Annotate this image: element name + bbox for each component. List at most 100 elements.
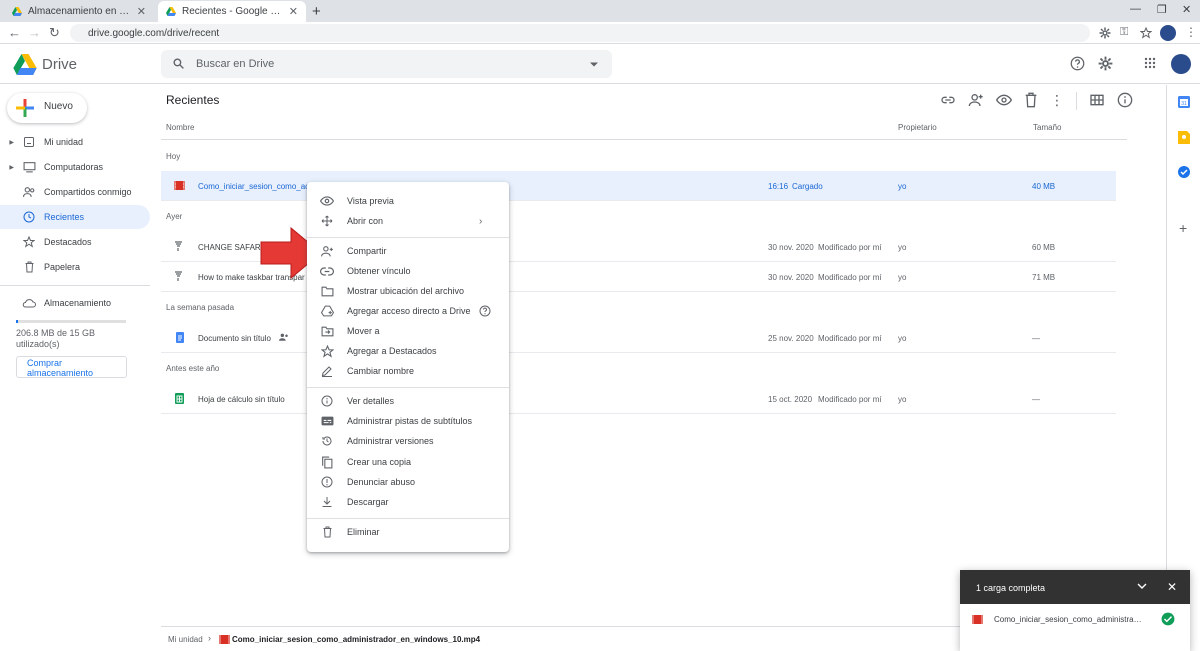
expand-caret-icon[interactable]: ▶: [0, 164, 14, 171]
menu-item-label: Obtener vínculo: [347, 266, 411, 276]
get-addons-icon[interactable]: +: [1179, 220, 1187, 236]
expand-caret-icon[interactable]: ▶: [0, 139, 14, 146]
collapse-chevron-icon[interactable]: [1137, 583, 1147, 589]
table-row[interactable]: Documento sin título 25 nov. 2020 Modifi…: [161, 323, 1116, 353]
link-icon[interactable]: [940, 92, 956, 110]
url-field[interactable]: drive.google.com/drive/recent: [70, 24, 1090, 42]
menu-item-report-abuse[interactable]: Denunciar abuso: [307, 472, 509, 492]
profile-avatar[interactable]: [1160, 25, 1176, 41]
sidebar-item-recent[interactable]: Recientes: [0, 205, 150, 229]
close-upload-icon[interactable]: ✕: [1167, 580, 1177, 594]
forward-icon[interactable]: →: [28, 25, 41, 40]
search-input[interactable]: Buscar en Drive: [196, 58, 274, 70]
maximize-icon[interactable]: ❐: [1157, 3, 1167, 16]
sidebar-item-label: Papelera: [44, 262, 81, 272]
menu-item-rename[interactable]: Cambiar nombre: [307, 361, 509, 381]
drive-favicon-icon: [12, 7, 22, 16]
column-size[interactable]: Tamaño: [1033, 123, 1061, 132]
sidebar-item-shared[interactable]: Compartidos conmigo: [0, 180, 150, 204]
table-row[interactable]: Hoja de cálculo sin título 15 oct. 2020 …: [161, 384, 1116, 414]
browser-tab-active[interactable]: Recientes - Google Drive ✕: [158, 1, 306, 22]
share-person-add-icon[interactable]: [968, 92, 984, 110]
sidebar-item-computers[interactable]: ▶ Computadoras: [0, 155, 150, 179]
menu-divider: [307, 387, 509, 388]
toolbar: ⋮: [940, 92, 1133, 110]
settings-icon[interactable]: [1098, 56, 1113, 71]
grid-view-icon[interactable]: [1089, 92, 1105, 110]
upload-file-name[interactable]: Como_iniciar_sesion_como_administrador_e…: [994, 615, 1144, 624]
delete-icon[interactable]: [1024, 92, 1038, 110]
menu-item-details[interactable]: Ver detalles: [307, 391, 509, 411]
toolbar-divider: [1076, 92, 1077, 110]
section-label: Hoy: [166, 152, 181, 161]
star-bookmark-icon[interactable]: [1140, 27, 1152, 39]
move-arrows-icon: [307, 215, 347, 227]
close-tab-icon[interactable]: ✕: [137, 5, 146, 18]
sidebar-divider: [0, 285, 150, 286]
storage-label: Almacenamiento: [44, 298, 112, 308]
menu-item-share[interactable]: Compartir: [307, 241, 509, 261]
video-file-icon: [972, 615, 983, 624]
my-drive-icon: [14, 136, 44, 148]
help-circle-icon[interactable]: [479, 305, 509, 317]
column-owner[interactable]: Propietario: [898, 123, 937, 132]
browser-tab-inactive[interactable]: Almacenamiento en la nube para ✕: [4, 1, 154, 22]
menu-item-show-location[interactable]: Mostrar ubicación del archivo: [307, 281, 509, 301]
menu-item-get-link[interactable]: Obtener vínculo: [307, 261, 509, 281]
file-action: Cargado: [792, 182, 823, 191]
section-label: La semana pasada: [166, 303, 235, 312]
menu-item-preview[interactable]: Vista previa: [307, 191, 509, 211]
page-title: Recientes: [166, 93, 220, 107]
file-owner: yo: [898, 243, 907, 252]
breadcrumb-root[interactable]: Mi unidad: [168, 635, 203, 644]
url-text: drive.google.com/drive/recent: [88, 27, 220, 39]
apps-grid-icon[interactable]: [1144, 57, 1156, 69]
menu-item-subtitles[interactable]: Administrar pistas de subtítulos: [307, 411, 509, 431]
info-icon: [307, 395, 347, 407]
sidebar-item-storage[interactable]: Almacenamiento: [0, 291, 150, 315]
video-file-icon: [174, 181, 185, 190]
details-info-icon[interactable]: [1117, 92, 1133, 110]
search-icon[interactable]: [172, 57, 185, 70]
more-options-icon[interactable]: ⋮: [1050, 92, 1064, 110]
sidebar-item-starred[interactable]: Destacados: [0, 230, 150, 254]
menu-item-delete[interactable]: Eliminar: [307, 522, 509, 542]
chrome-menu-icon[interactable]: ⋮: [1185, 25, 1197, 39]
menu-item-download[interactable]: Descargar: [307, 492, 509, 512]
tab-title: Recientes - Google Drive: [182, 6, 283, 17]
help-icon[interactable]: [1070, 56, 1085, 71]
trash-icon: [307, 526, 347, 538]
breadcrumb-file[interactable]: Como_iniciar_sesion_como_administrador_e…: [232, 635, 480, 644]
sidebar-item-my-drive[interactable]: ▶ Mi unidad: [0, 130, 150, 154]
buy-storage-button[interactable]: Comprar almacenamiento: [16, 356, 127, 378]
settings-gear-icon[interactable]: [1099, 27, 1111, 39]
menu-item-label: Vista previa: [347, 196, 394, 206]
cc-icon: [307, 416, 347, 426]
table-row[interactable]: Como_iniciar_sesion_como_ac 16:16 Cargad…: [161, 171, 1116, 201]
account-avatar[interactable]: [1171, 54, 1191, 74]
back-icon[interactable]: ←: [8, 25, 21, 40]
tasks-icon[interactable]: [1178, 166, 1190, 178]
menu-item-add-starred[interactable]: Agregar a Destacados: [307, 341, 509, 361]
section-label: Antes este año: [166, 364, 220, 373]
close-window-icon[interactable]: ✕: [1182, 3, 1191, 16]
menu-item-open-with[interactable]: Abrir con ›: [307, 211, 509, 231]
keep-icon[interactable]: [1178, 131, 1190, 144]
menu-item-versions[interactable]: Administrar versiones: [307, 431, 509, 451]
close-tab-icon[interactable]: ✕: [289, 5, 298, 18]
menu-item-move-to[interactable]: Mover a: [307, 321, 509, 341]
menu-item-add-shortcut[interactable]: Agregar acceso directo a Drive: [307, 301, 509, 321]
reload-icon[interactable]: ↻: [49, 25, 60, 41]
drive-logo-icon[interactable]: [13, 54, 37, 75]
column-name[interactable]: Nombre: [166, 123, 194, 132]
file-type-icon: [175, 271, 182, 281]
sidebar-item-trash[interactable]: Papelera: [0, 255, 150, 279]
minimize-icon[interactable]: —: [1130, 3, 1141, 15]
search-options-icon[interactable]: [590, 62, 598, 67]
file-type-icon: [175, 241, 182, 251]
new-tab-button[interactable]: +: [312, 3, 321, 20]
menu-item-copy[interactable]: Crear una copia: [307, 452, 509, 472]
calendar-icon[interactable]: 31: [1178, 96, 1190, 108]
preview-eye-icon[interactable]: [996, 92, 1012, 110]
key-icon[interactable]: ⚿: [1120, 26, 1128, 39]
